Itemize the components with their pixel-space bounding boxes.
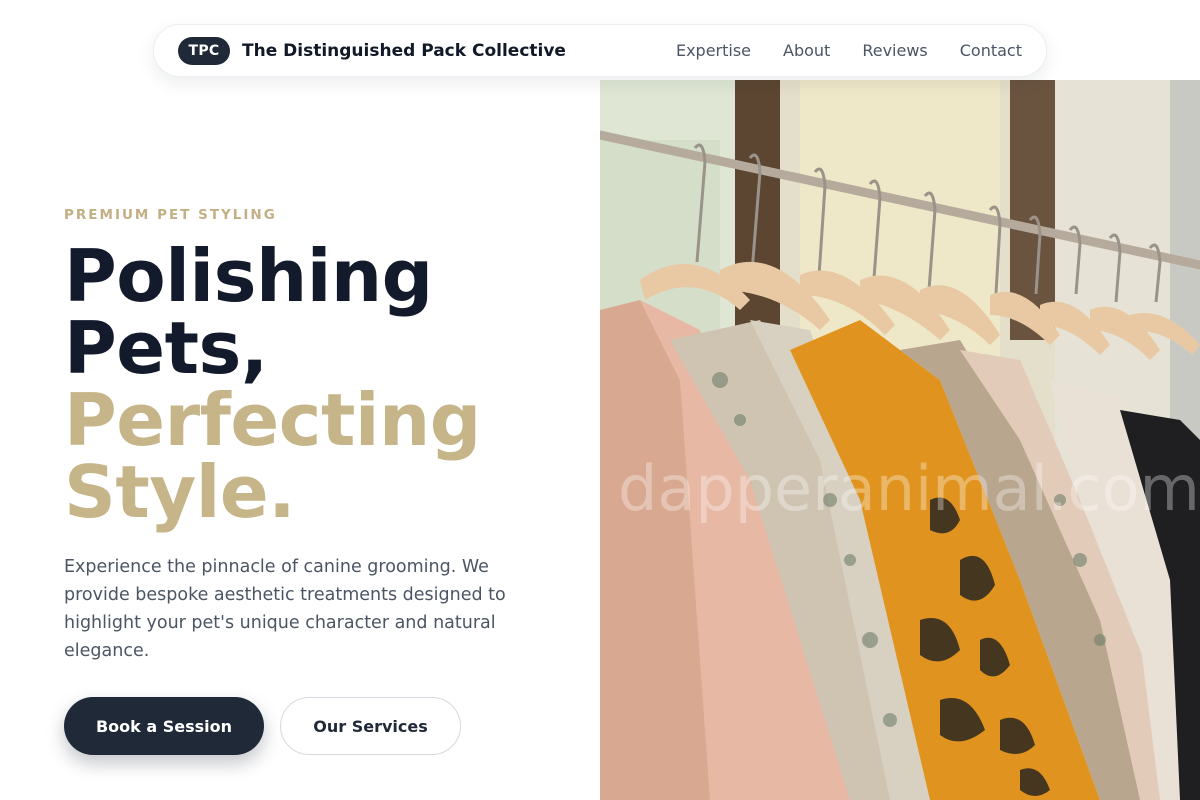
hero-headline: Polishing Pets, Perfecting Style. — [64, 240, 584, 528]
headline-line-3: Perfecting — [64, 378, 481, 462]
clothing-rack-illustration — [600, 80, 1200, 800]
headline-line-1: Polishing — [64, 234, 433, 318]
hero-eyebrow: PREMIUM PET STYLING — [64, 207, 277, 223]
image-watermark: dapperanimal.com — [618, 452, 1200, 525]
our-services-button[interactable]: Our Services — [280, 697, 461, 755]
nav-link-about[interactable]: About — [783, 41, 830, 60]
hero-description: Experience the pinnacle of canine groomi… — [64, 557, 506, 661]
nav-link-contact[interactable]: Contact — [960, 41, 1022, 60]
nav-links: Expertise About Reviews Contact — [676, 41, 1022, 60]
book-session-button[interactable]: Book a Session — [64, 697, 264, 755]
hero-image: dapperanimal.com — [600, 80, 1200, 800]
landing-page: dapperanimal.com TPC The Distinguished P… — [0, 0, 1200, 800]
nav-link-reviews[interactable]: Reviews — [862, 41, 927, 60]
brand-name[interactable]: The Distinguished Pack Collective — [242, 41, 566, 61]
headline-line-4: Style. — [64, 450, 296, 534]
brand-logo-badge[interactable]: TPC — [178, 36, 230, 65]
nav-link-expertise[interactable]: Expertise — [676, 41, 751, 60]
top-navbar: TPC The Distinguished Pack Collective Ex… — [153, 24, 1047, 77]
headline-line-2: Pets, — [64, 306, 268, 390]
